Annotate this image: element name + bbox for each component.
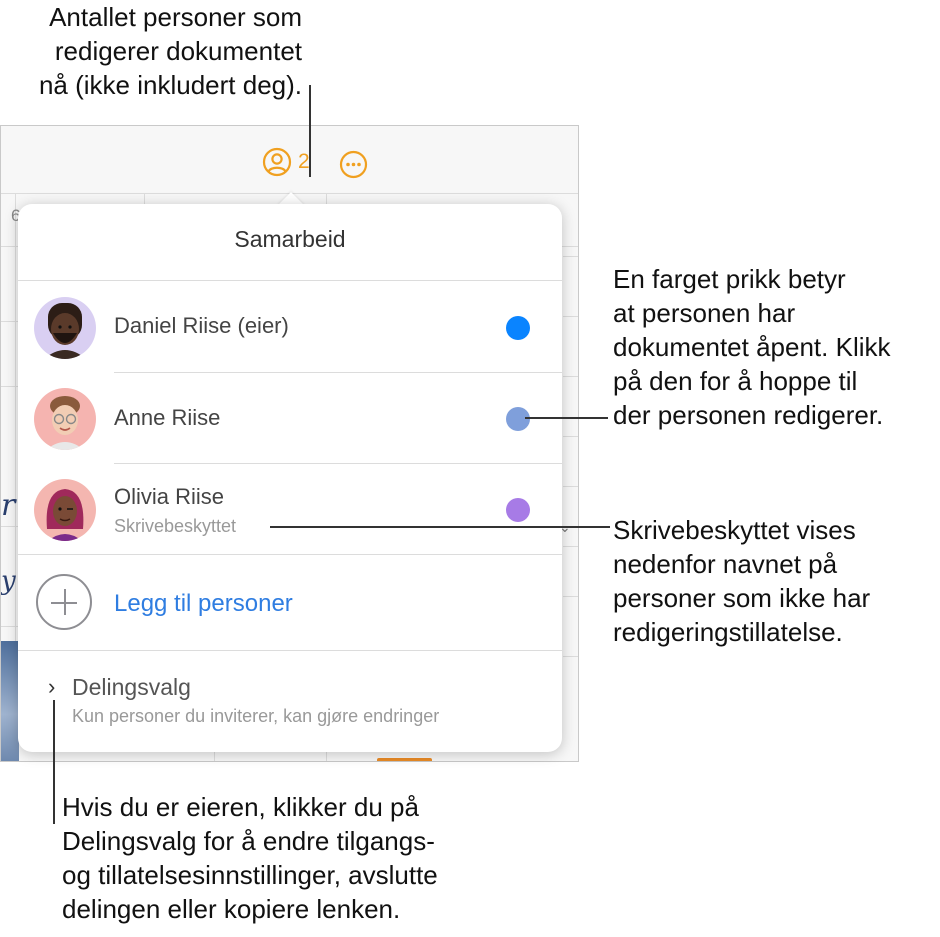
- callout-line: [309, 85, 311, 177]
- presence-dot[interactable]: [506, 407, 530, 431]
- participant-name: Olivia Riise: [114, 484, 225, 509]
- divider: [18, 650, 562, 651]
- grid-line: [563, 546, 578, 547]
- grid-line: [563, 376, 578, 377]
- more-button[interactable]: [339, 150, 368, 184]
- grid-line: [563, 316, 578, 317]
- sharing-options-title: Delingsvalg: [72, 674, 191, 700]
- document-shape: [377, 758, 432, 761]
- grid-line: [563, 656, 578, 657]
- callout-sharing-options: Hvis du er eieren, klikker du på Delings…: [62, 792, 438, 924]
- avatar: [34, 479, 96, 541]
- collaboration-button[interactable]: 2: [262, 147, 310, 177]
- document-glyph: r: [1, 488, 16, 523]
- callout-read-only: Skrivebeskyttet vises nedenfor navnet på…: [613, 515, 871, 647]
- collaborator-count: 2: [298, 150, 310, 173]
- callout-line: [270, 526, 610, 528]
- collaboration-popover: Samarbeid Daniel Riise (eier) Anne Riise…: [18, 204, 562, 752]
- popover-title: Samarbeid: [234, 226, 346, 252]
- grid-line: [1, 321, 19, 322]
- divider: [18, 280, 562, 281]
- callout-participant-count: Antallet personer som redigerer dokument…: [38, 2, 302, 100]
- grid-line: [1, 386, 19, 387]
- grid-line: [563, 436, 578, 437]
- avatar: [34, 388, 96, 450]
- participant-row[interactable]: Daniel Riise (eier): [18, 282, 562, 372]
- memoji-olivia: [46, 489, 84, 541]
- chevron-right-icon: ›: [48, 674, 56, 699]
- memoji-daniel: [44, 303, 86, 359]
- grid-line: [563, 256, 578, 257]
- grid-line: [563, 486, 578, 487]
- person-circle-icon: [262, 147, 292, 177]
- document-image: [1, 641, 19, 761]
- sharing-options-subtitle: Kun personer du inviterer, kan gjøre end…: [72, 706, 440, 726]
- callout-colored-dot: En farget prikk betyr at personen har do…: [613, 264, 891, 430]
- callout-line: [525, 417, 608, 419]
- participant-name: Anne Riise: [114, 405, 221, 430]
- divider: [114, 372, 562, 373]
- callout-line: [53, 700, 55, 824]
- plus-circle-icon: [36, 574, 92, 630]
- participant-row[interactable]: Anne Riise: [18, 374, 562, 464]
- document-glyph: y: [1, 566, 16, 596]
- read-only-label: Skrivebeskyttet: [114, 516, 237, 536]
- grid-line: [563, 596, 578, 597]
- ellipsis-circle-icon: [339, 150, 368, 179]
- grid-line: [1, 526, 19, 527]
- divider: [18, 554, 562, 555]
- avatar: [34, 297, 96, 359]
- participant-row[interactable]: Olivia Riise Skrivebeskyttet: [18, 465, 562, 555]
- grid-line: [1, 626, 19, 627]
- memoji-anne: [46, 396, 84, 450]
- add-people-label: Legg til personer: [114, 590, 293, 617]
- divider: [114, 463, 562, 464]
- presence-dot[interactable]: [506, 498, 530, 522]
- participant-name: Daniel Riise (eier): [114, 313, 289, 338]
- presence-dot[interactable]: [506, 316, 530, 340]
